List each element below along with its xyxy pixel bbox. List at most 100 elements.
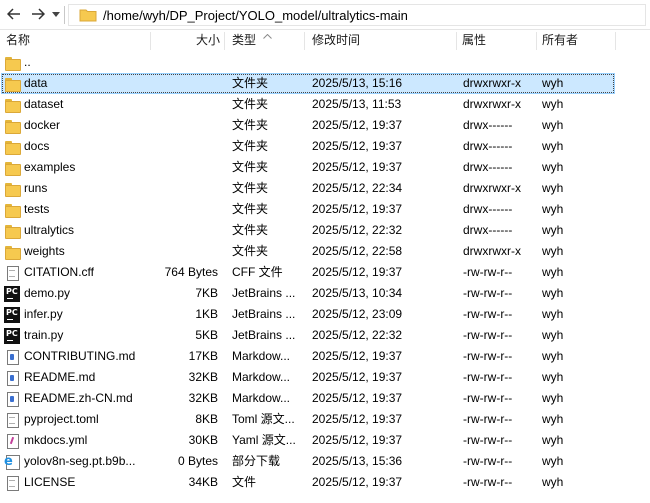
column-divider[interactable] — [224, 32, 225, 50]
file-name: demo.py — [24, 286, 71, 300]
back-button[interactable] — [4, 4, 24, 24]
partial-download-icon — [4, 454, 20, 470]
path-input[interactable]: /home/wyh/DP_Project/YOLO_model/ultralyt… — [68, 4, 646, 26]
folder-icon — [4, 202, 21, 218]
file-owner: wyh — [542, 412, 564, 426]
file-row[interactable]: README.zh-CN.md 32KB Markdow... 2025/5/12, … — [0, 388, 650, 409]
file-type: 文件 — [232, 475, 257, 489]
column-size-header[interactable]: 大小 — [196, 30, 220, 50]
folder-row[interactable]: weights 文件夹 2025/5/12, 22:58 drwxrwxr-x wyh — [0, 241, 650, 262]
folder-row[interactable]: ultralytics 文件夹 2025/5/12, 22:32 drwx------… — [0, 220, 650, 241]
file-type: 文件夹 — [232, 202, 269, 216]
folder-row[interactable]: dataset 文件夹 2025/5/13, 11:53 drwxrwxr-x wyh — [0, 94, 650, 115]
file-owner: wyh — [542, 475, 564, 489]
file-owner: wyh — [542, 328, 564, 342]
file-row[interactable]: CONTRIBUTING.md 17KB Markdow... 2025/5/12, … — [0, 346, 650, 367]
file-row[interactable]: PC demo.py 7KB JetBrains ... 2025/5/13, 10:3… — [0, 283, 650, 304]
folder-row[interactable]: docker 文件夹 2025/5/12, 19:37 drwx------ wyh — [0, 115, 650, 136]
file-owner: wyh — [542, 307, 564, 321]
column-perm-header[interactable]: 属性 — [462, 30, 486, 50]
folder-row[interactable]: examples 文件夹 2025/5/12, 19:37 drwx------ wyh — [0, 157, 650, 178]
file-permissions: -rw-rw-r-- — [463, 307, 513, 321]
markdown-icon — [4, 370, 20, 386]
file-row[interactable]: pyproject.toml 8KB Toml 源文... 2025/5/12, 19… — [0, 409, 650, 430]
yaml-icon — [4, 433, 20, 449]
file-permissions: drwx------ — [463, 118, 513, 132]
file-modified-time — [312, 52, 452, 73]
folder-row[interactable]: runs 文件夹 2025/5/12, 22:34 drwxrwxr-x wyh — [0, 178, 650, 199]
folder-icon — [4, 55, 21, 71]
column-mtime-header[interactable]: 修改时间 — [312, 30, 360, 50]
file-row[interactable]: CITATION.cff 764 Bytes CFF 文件 2025/5/12, 19… — [0, 262, 650, 283]
file-owner: wyh — [542, 181, 564, 195]
file-modified-time: 2025/5/12, 19:37 — [312, 118, 403, 132]
pycharm-icon: PC — [4, 286, 20, 302]
file-type: Markdow... — [232, 349, 291, 363]
file-name: docker — [24, 118, 61, 132]
file-row[interactable]: README.md 32KB Markdow... 2025/5/12, 19:37 -… — [0, 367, 650, 388]
file-permissions: -rw-rw-r-- — [463, 370, 513, 384]
folder-icon — [4, 76, 21, 92]
column-type-header[interactable]: 类型 — [232, 30, 256, 50]
column-divider[interactable] — [536, 32, 537, 50]
file-size: 0 Bytes — [177, 454, 218, 468]
file-owner: wyh — [542, 97, 564, 111]
file-type: JetBrains ... — [232, 307, 296, 321]
file-type: Yaml 源文... — [232, 433, 296, 447]
file-name: README.md — [24, 370, 96, 384]
column-divider[interactable] — [304, 32, 305, 50]
file-permissions: -rw-rw-r-- — [463, 412, 513, 426]
folder-icon — [4, 244, 21, 260]
folder-row[interactable]: docs 文件夹 2025/5/12, 19:37 drwx------ wyh — [0, 136, 650, 157]
file-row[interactable]: LICENSE 34KB 文件 2025/5/12, 19:37 -rw-rw-r-- w… — [0, 472, 650, 493]
file-owner: wyh — [542, 370, 564, 384]
folder-icon — [4, 118, 21, 134]
file-row[interactable]: PC infer.py 1KB JetBrains ... 2025/5/12, 23:… — [0, 304, 650, 325]
file-name: ultralytics — [24, 223, 75, 237]
folder-icon — [4, 139, 21, 155]
file-name: CONTRIBUTING.md — [24, 349, 136, 363]
forward-button[interactable] — [28, 4, 48, 24]
file-name: yolov8n-seg.pt.b9b... — [24, 454, 136, 468]
file-modified-time: 2025/5/12, 22:34 — [312, 181, 403, 195]
file-name: tests — [24, 202, 50, 216]
file-name: infer.py — [24, 307, 63, 321]
column-owner-header[interactable]: 所有者 — [542, 30, 578, 50]
file-owner: wyh — [542, 286, 564, 300]
file-row[interactable]: mkdocs.yml 30KB Yaml 源文... 2025/5/12, 19:37… — [0, 430, 650, 451]
column-divider[interactable] — [615, 32, 616, 50]
file-owner: wyh — [542, 118, 564, 132]
file-modified-time: 2025/5/12, 19:37 — [312, 433, 403, 447]
folder-row[interactable]: tests 文件夹 2025/5/12, 19:37 drwx------ wyh — [0, 199, 650, 220]
file-modified-time: 2025/5/13, 15:36 — [312, 454, 403, 468]
folder-icon — [79, 8, 97, 22]
file-type: 文件夹 — [232, 223, 269, 237]
file-modified-time: 2025/5/12, 19:37 — [312, 370, 403, 384]
file-modified-time: 2025/5/12, 23:09 — [312, 307, 403, 321]
file-name: dataset — [24, 97, 64, 111]
file-modified-time: 2025/5/12, 19:37 — [312, 349, 403, 363]
file-size: 17KB — [188, 349, 218, 363]
file-permissions: drwx------ — [463, 223, 513, 237]
history-dropdown-button[interactable] — [50, 4, 62, 24]
file-row[interactable]: PC train.py 5KB JetBrains ... 2025/5/12, 22:… — [0, 325, 650, 346]
sort-ascending-icon — [263, 33, 272, 41]
document-icon — [4, 265, 20, 281]
folder-row[interactable]: data 文件夹 2025/5/13, 15:16 drwxrwxr-x wyh — [0, 73, 650, 94]
file-type: 文件夹 — [232, 160, 269, 174]
file-type: CFF 文件 — [232, 265, 283, 279]
file-size: 5KB — [195, 328, 218, 342]
column-divider[interactable] — [456, 32, 457, 50]
chevron-down-icon — [52, 11, 60, 17]
file-name: mkdocs.yml — [24, 433, 88, 447]
file-permissions: -rw-rw-r-- — [463, 328, 513, 342]
folder-row[interactable]: .. — [0, 52, 650, 73]
file-modified-time: 2025/5/13, 10:34 — [312, 286, 403, 300]
file-type: 文件夹 — [232, 181, 269, 195]
file-row[interactable]: yolov8n-seg.pt.b9b... 0 Bytes 部分下载 2025/5/1… — [0, 451, 650, 472]
folder-icon — [4, 97, 21, 113]
file-type: 部分下载 — [232, 454, 281, 468]
column-name-header[interactable]: 名称 — [6, 30, 30, 50]
file-permissions: drwxrwxr-x — [463, 244, 521, 258]
column-divider[interactable] — [150, 32, 151, 50]
